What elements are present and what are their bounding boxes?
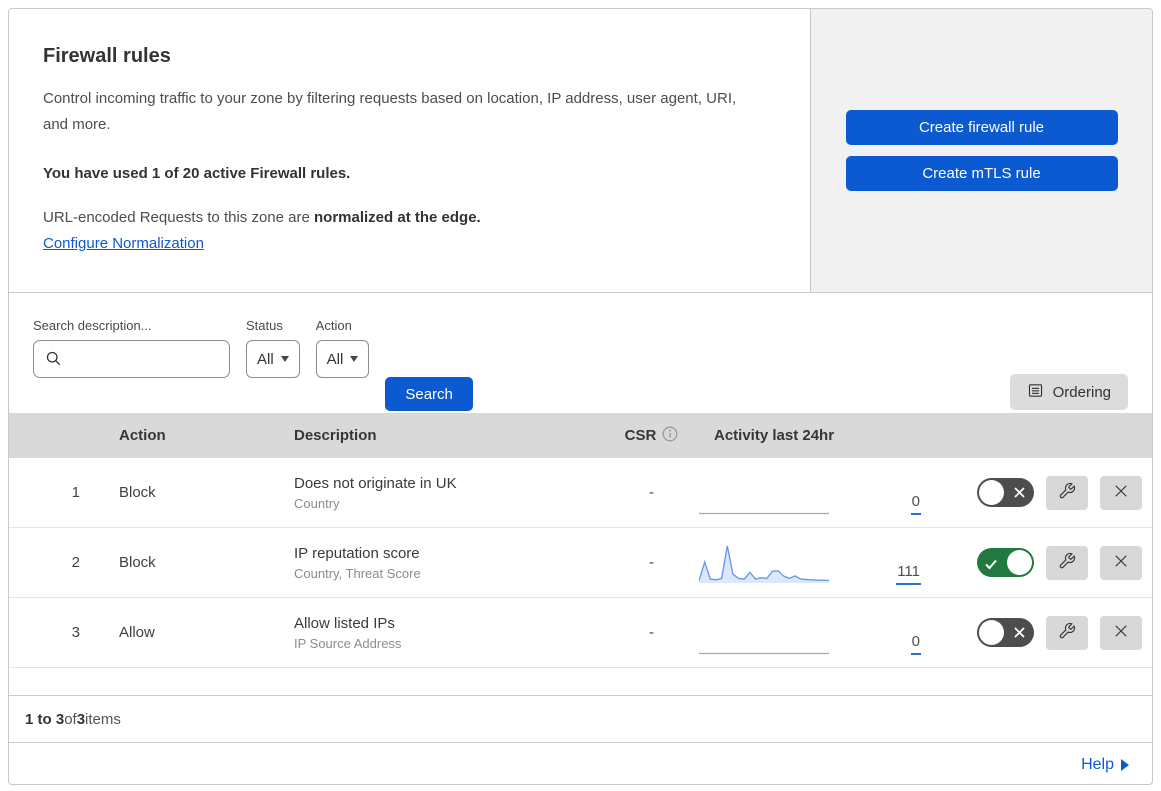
rule-enabled-toggle[interactable]: [977, 618, 1034, 647]
action-dropdown-value: All: [326, 350, 344, 368]
toggle-knob: [979, 620, 1004, 645]
usage-summary: You have used 1 of 20 active Firewall ru…: [43, 164, 351, 182]
column-header-csr: CSR: [624, 427, 657, 444]
x-icon: [1013, 626, 1026, 644]
search-button[interactable]: Search: [385, 377, 473, 411]
info-icon[interactable]: [662, 426, 678, 446]
activity-count-link[interactable]: 0: [910, 493, 921, 515]
page-title: Firewall rules: [43, 45, 171, 67]
page-description: Control incoming traffic to your zone by…: [43, 90, 737, 133]
search-label: Search description...: [33, 318, 152, 333]
arrow-right-icon: [1121, 759, 1129, 771]
rule-fields: IP Source Address: [294, 635, 402, 651]
action-dropdown[interactable]: All: [315, 340, 370, 378]
ordering-button-label: Ordering: [1052, 383, 1111, 401]
rule-priority: 1: [71, 484, 80, 501]
search-input[interactable]: [33, 340, 230, 378]
delete-rule-button[interactable]: [1100, 475, 1142, 510]
rule-enabled-toggle[interactable]: [977, 478, 1034, 507]
search-group: Search description...: [33, 318, 230, 378]
column-header-description: Description: [294, 427, 377, 444]
help-link-label: Help: [1081, 756, 1114, 773]
rule-description: IP reputation score: [294, 544, 420, 562]
wrench-icon: [1058, 622, 1076, 643]
rule-csr-value: -: [649, 484, 654, 501]
items-of-text: of: [64, 710, 77, 728]
help-link[interactable]: Help: [1081, 756, 1129, 774]
actions-panel: Create firewall rule Create mTLS rule: [810, 9, 1152, 292]
items-total: 3: [76, 710, 86, 728]
status-label: Status: [246, 318, 283, 333]
delete-rule-button[interactable]: [1100, 615, 1142, 650]
activity-count-link[interactable]: 0: [910, 633, 921, 655]
chevron-down-icon: [280, 356, 289, 362]
table-row: 1 Block Does not originate in UK Country…: [9, 458, 1152, 528]
status-dropdown[interactable]: All: [246, 340, 300, 378]
create-mtls-rule-button[interactable]: Create mTLS rule: [845, 156, 1118, 191]
header-section: Firewall rules Control incoming traffic …: [9, 9, 1152, 293]
x-icon: [1112, 482, 1130, 503]
rule-action: Block: [119, 554, 156, 571]
chevron-down-icon: [350, 356, 359, 362]
rule-enabled-toggle[interactable]: [977, 548, 1034, 577]
normalization-prefix: URL-encoded Requests to this zone are: [43, 208, 314, 226]
ordering-button[interactable]: Ordering: [1009, 374, 1128, 410]
items-range: 1 to 3: [25, 710, 65, 728]
x-icon: [1112, 622, 1130, 643]
rule-csr-value: -: [649, 554, 654, 571]
items-label: items: [85, 710, 121, 728]
edit-rule-button[interactable]: [1046, 545, 1088, 580]
table-empty-tail: [9, 668, 1152, 695]
table-header: Action Description CSR Activity last 24h…: [9, 413, 1152, 458]
status-dropdown-value: All: [257, 350, 274, 368]
normalization-note: URL-encoded Requests to this zone are no…: [43, 209, 770, 226]
normalization-bold: normalized at the edge.: [314, 208, 481, 226]
column-header-action: Action: [119, 427, 166, 444]
wrench-icon: [1058, 552, 1076, 573]
pagination-summary: 1 to 3 of 3 items: [9, 695, 1152, 742]
rule-priority: 2: [71, 554, 80, 571]
activity-sparkline: [699, 545, 829, 583]
action-filter-group: Action All: [315, 318, 370, 378]
configure-normalization-link[interactable]: Configure Normalization: [43, 235, 204, 252]
column-header-activity: Activity last 24hr: [714, 427, 835, 444]
x-icon: [1112, 552, 1130, 573]
edit-rule-button[interactable]: [1046, 475, 1088, 510]
status-filter-group: Status All: [246, 318, 300, 378]
search-icon: [45, 350, 62, 372]
create-firewall-rule-button[interactable]: Create firewall rule: [845, 110, 1118, 145]
header-text-block: Firewall rules Control incoming traffic …: [9, 9, 810, 292]
wrench-icon: [1058, 482, 1076, 503]
toggle-knob: [979, 480, 1004, 505]
help-bar: Help: [9, 742, 1152, 784]
check-icon: [985, 557, 997, 575]
rule-fields: Country: [294, 495, 340, 511]
rule-description: Does not originate in UK: [294, 474, 457, 492]
ordering-icon: [1027, 382, 1044, 403]
table-row: 3 Allow Allow listed IPs IP Source Addre…: [9, 598, 1152, 668]
rule-action: Allow: [119, 624, 155, 641]
x-icon: [1013, 486, 1026, 504]
activity-sparkline: [699, 512, 829, 514]
rule-csr-value: -: [649, 624, 654, 641]
rule-description: Allow listed IPs: [294, 614, 395, 632]
toggle-knob: [1007, 550, 1032, 575]
rule-action: Block: [119, 484, 156, 501]
delete-rule-button[interactable]: [1100, 545, 1142, 580]
filter-bar: Search description... Status All Action …: [9, 293, 1152, 413]
table-row: 2 Block IP reputation score Country, Thr…: [9, 528, 1152, 598]
activity-count-link[interactable]: 111: [896, 563, 921, 585]
rule-priority: 3: [71, 624, 80, 641]
activity-sparkline: [699, 652, 829, 654]
firewall-rules-card: Firewall rules Control incoming traffic …: [8, 8, 1153, 785]
edit-rule-button[interactable]: [1046, 615, 1088, 650]
rule-fields: Country, Threat Score: [294, 565, 421, 581]
action-label: Action: [315, 318, 352, 333]
